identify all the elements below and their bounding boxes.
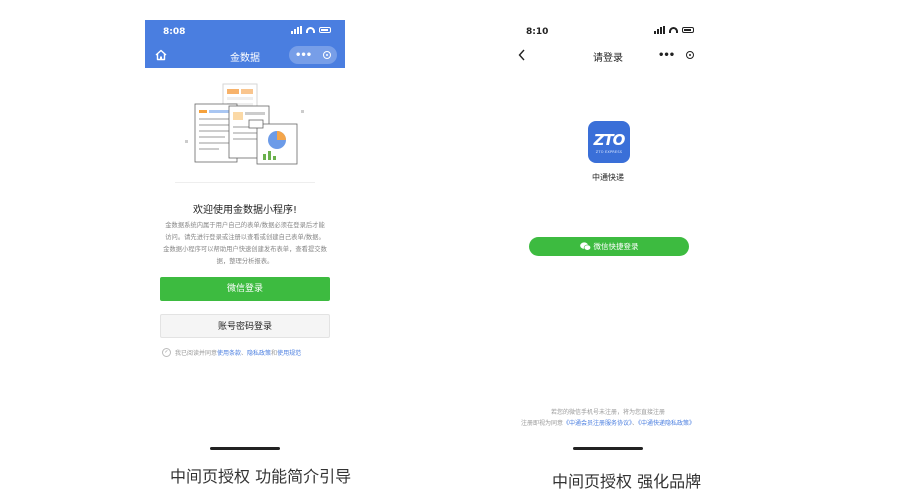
status-icons (654, 26, 694, 34)
account-password-login-button[interactable]: 账号密码登录 (160, 314, 330, 338)
status-time: 8:10 (526, 27, 549, 37)
usage-rules-link[interactable]: 使用规范 (277, 350, 301, 357)
signal-icon (291, 26, 302, 34)
wechat-login-button[interactable]: 微信登录 (160, 277, 330, 301)
status-bar: 8:08 (145, 20, 345, 42)
nav-bar: 请登录 ••• (508, 42, 708, 68)
forms-illustration (185, 83, 304, 165)
wechat-icon (579, 242, 591, 251)
battery-icon (682, 27, 694, 33)
miniprogram-capsule: ••• (289, 46, 337, 64)
phone-screen-zto: 8:10 请登录 ••• ZTO ZTO EXPRESS 中通快递 微信快捷登录… (508, 20, 708, 450)
signal-icon (654, 26, 665, 34)
phone-screen-jinshuju: 8:08 金数据 ••• 欢迎使用金数据小程序! 金数据系统内属于用户自己的表单… (145, 20, 345, 450)
status-time: 8:08 (163, 27, 186, 37)
nav-bar: 金数据 ••• (145, 42, 345, 68)
close-miniprogram-icon[interactable] (686, 51, 695, 59)
home-indicator (210, 447, 280, 450)
more-icon[interactable]: ••• (658, 50, 675, 61)
close-miniprogram-icon[interactable] (323, 51, 332, 59)
logo-text: ZTO (593, 131, 626, 149)
terms-of-use-link[interactable]: 使用条款 (217, 350, 241, 357)
wechat-quick-login-button[interactable]: 微信快捷登录 (529, 237, 689, 256)
logo-subtext: ZTO EXPRESS (595, 150, 623, 154)
more-icon[interactable]: ••• (295, 50, 312, 61)
agreement-row: ✓ 我已阅读并同意使用条款、隐私政策和使用规范 (162, 348, 301, 357)
welcome-heading: 欢迎使用金数据小程序! (192, 205, 297, 216)
caption-right: 中间页授权 强化品牌 (552, 472, 702, 491)
member-agreement-link[interactable]: 《中通会员注册服务协议》 (563, 420, 632, 427)
privacy-policy-link[interactable]: 隐私政策 (247, 350, 271, 357)
divider (175, 182, 315, 183)
status-bar: 8:10 (508, 20, 708, 42)
agree-text: 我已阅读并同意 (175, 350, 218, 357)
privacy-policy-link[interactable]: 《中通快递隐私政策》 (638, 420, 695, 427)
miniprogram-capsule: ••• (652, 46, 700, 64)
wifi-icon (669, 27, 678, 33)
agreement-notice: 注册即视为同意《中通会员注册服务协议》、《中通快递隐私政策》 (508, 418, 708, 427)
agreement-prefix: 注册即视为同意 (520, 420, 563, 427)
header-bar: 8:08 金数据 ••• (145, 20, 345, 68)
caption-left: 中间页授权 功能简介引导 (170, 467, 352, 486)
intro-text: 金数据系统内属于用户自己的表单/数据必须在登录后才能访问。请先进行登录或注册以查… (163, 222, 327, 265)
zto-logo: ZTO ZTO EXPRESS (588, 121, 630, 163)
register-notice: 若您的微信手机号未注册，将为您直接注册 (550, 409, 665, 416)
wifi-icon (306, 27, 315, 33)
brand-name: 中通快递 (592, 173, 624, 182)
agree-checkbox[interactable]: ✓ (162, 348, 171, 357)
status-icons (291, 26, 331, 34)
home-indicator (573, 447, 643, 450)
battery-icon (319, 27, 331, 33)
wechat-quick-login-label: 微信快捷登录 (593, 242, 639, 251)
